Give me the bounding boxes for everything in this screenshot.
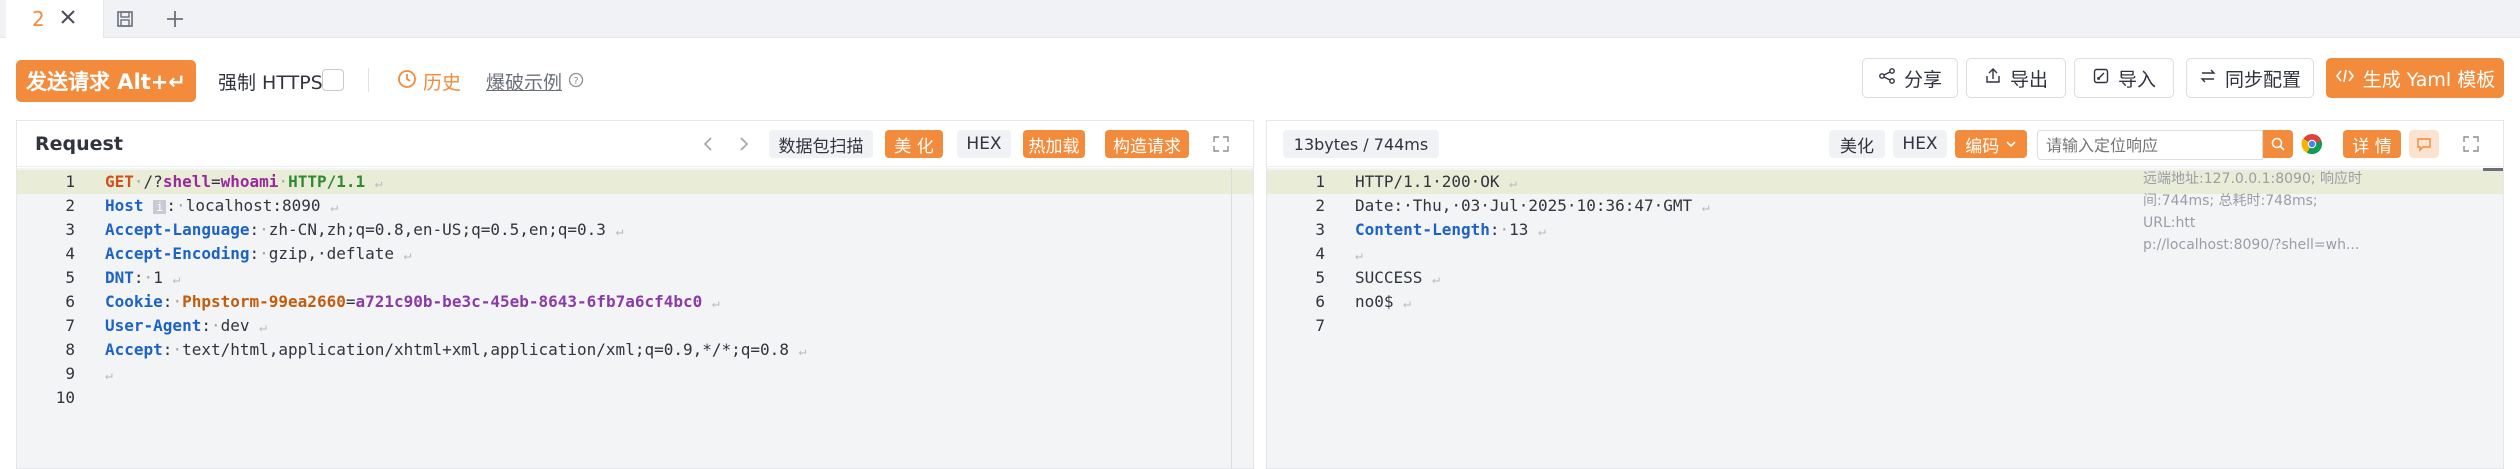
header-line: Accept-Encoding:·gzip,·deflate ↵	[105, 244, 412, 263]
hot-load-button[interactable]: 热加载	[1023, 130, 1085, 158]
header-line: Accept:·text/html,application/xhtml+xml,…	[105, 340, 807, 359]
line-number: 2	[65, 196, 75, 215]
response-editor[interactable]: 1 2 3 4 5 6 7 HTTP/1.1·200·OK ↵ Date:·Th…	[1267, 168, 2503, 468]
prev-arrow-icon[interactable]	[701, 134, 715, 158]
scrollbar-track[interactable]	[1231, 168, 1232, 468]
tab-active[interactable]: 2	[6, 0, 104, 38]
encode-label: 编码	[1965, 136, 2000, 157]
chrome-icon[interactable]	[2301, 133, 2323, 159]
send-request-button[interactable]: 发送请求 Alt+↵	[16, 60, 196, 102]
detail-button[interactable]: 详 情	[2343, 130, 2401, 158]
code-icon	[2335, 67, 2355, 90]
chevron-down-icon	[2005, 134, 2017, 154]
empty-line: ↵	[1355, 248, 1363, 263]
info-line: 远端地址:127.0.0.1:8090; 响应时	[2143, 171, 2363, 187]
line-number: 1	[1315, 172, 1325, 191]
add-tab-icon[interactable]	[160, 4, 190, 34]
header-line: Date:·Thu,·03·Jul·2025·10:36:47·GMT ↵	[1355, 196, 1710, 215]
response-info: 远端地址:127.0.0.1:8090; 响应时 间:744ms; 总耗时:74…	[2143, 168, 2373, 256]
info-line: 间:744ms; 总耗时:748ms; URL:htt	[2143, 193, 2318, 231]
force-https-checkbox[interactable]	[322, 69, 344, 91]
scrollbar-thumb[interactable]	[2483, 168, 2503, 171]
request-line: GET·/?shell=whoami·HTTP/1.1 ↵	[105, 172, 383, 191]
comment-icon[interactable]	[2409, 130, 2439, 158]
sync-label: 同步配置	[2224, 68, 2301, 91]
line-number: 3	[1315, 220, 1325, 239]
line-number: 5	[1315, 268, 1325, 287]
empty-line: ↵	[105, 368, 113, 383]
packet-scan-button[interactable]: 数据包扫描	[769, 130, 873, 158]
cookie-line: Cookie:·Phpstorm-99ea2660=a721c90b-be3c-…	[105, 292, 720, 311]
line-number: 7	[65, 316, 75, 335]
import-button[interactable]: 导入	[2074, 58, 2174, 98]
share-button[interactable]: 分享	[1862, 58, 1958, 98]
response-header: 13bytes / 744ms 美化 HEX 编码 详 情	[1267, 121, 2503, 167]
line-number: 5	[65, 268, 75, 287]
search-icon[interactable]	[2263, 130, 2293, 158]
header-line: Host i:·localhost:8090 ↵	[105, 196, 339, 215]
expand-icon[interactable]	[1211, 134, 1231, 158]
export-icon	[1984, 67, 2002, 90]
history-label: 历史	[423, 72, 462, 94]
line-number: 3	[65, 220, 75, 239]
save-icon[interactable]	[110, 4, 140, 34]
help-icon: ?	[568, 71, 584, 93]
sync-icon	[2199, 67, 2217, 90]
import-label: 导入	[2117, 68, 2156, 91]
info-line: p://localhost:8090/?shell=wh...	[2143, 237, 2360, 253]
main-toolbar: 发送请求 Alt+↵ 强制 HTTPS 历史 爆破示例 ? 分享 导出 导入 同…	[0, 38, 2520, 122]
request-title: Request	[35, 133, 123, 155]
force-https-label: 强制 HTTPS	[218, 72, 323, 94]
tab-label: 2	[32, 7, 45, 31]
line-number: 8	[65, 340, 75, 359]
line-number: 6	[65, 292, 75, 311]
status-line: HTTP/1.1·200·OK ↵	[1355, 172, 1517, 191]
clock-icon	[397, 69, 417, 94]
line-number: 6	[1315, 292, 1325, 311]
example-label: 爆破示例	[486, 72, 563, 94]
body-line: no0$ ↵	[1355, 292, 1411, 311]
request-panel: Request 数据包扫描 美 化 HEX 热加载 构造请求 1 2 3 4 5…	[16, 120, 1254, 469]
line-number: 9	[65, 364, 75, 383]
generate-yaml-button[interactable]: 生成 Yaml 模板	[2326, 58, 2504, 98]
response-search-input[interactable]	[2037, 130, 2263, 160]
history-button[interactable]: 历史	[397, 68, 461, 95]
line-number: 1	[65, 172, 75, 191]
line-number: 2	[1315, 196, 1325, 215]
line-number: 4	[65, 244, 75, 263]
beautify-button[interactable]: 美 化	[885, 130, 943, 158]
sync-config-button[interactable]: 同步配置	[2186, 58, 2314, 98]
request-editor[interactable]: 1 2 3 4 5 6 7 8 9 10 GET·/?shell=whoami·…	[17, 168, 1253, 468]
import-icon	[2092, 67, 2110, 90]
expand-icon[interactable]	[2461, 134, 2481, 158]
line-number: 4	[1315, 244, 1325, 263]
line-number: 10	[55, 388, 75, 407]
request-header: Request 数据包扫描 美 化 HEX 热加载 构造请求	[17, 121, 1253, 167]
export-label: 导出	[2009, 68, 2048, 91]
response-size-badge: 13bytes / 744ms	[1283, 130, 1439, 158]
tab-bar: 2	[0, 0, 2520, 38]
hex-button[interactable]: HEX	[957, 130, 1011, 158]
export-button[interactable]: 导出	[1966, 58, 2066, 98]
divider	[368, 68, 369, 92]
header-line: Content-Length:·13 ↵	[1355, 220, 1546, 239]
line-number: 7	[1315, 316, 1325, 335]
build-request-button[interactable]: 构造请求	[1105, 130, 1189, 158]
encode-dropdown[interactable]: 编码	[1955, 130, 2027, 158]
response-beautify-button[interactable]: 美化	[1829, 130, 1885, 158]
response-panel: 13bytes / 744ms 美化 HEX 编码 详 情 1 2 3 4 5 …	[1266, 120, 2504, 469]
share-icon	[1878, 67, 1896, 90]
header-line: DNT:·1 ↵	[105, 268, 181, 287]
example-link[interactable]: 爆破示例 ?	[486, 68, 584, 95]
header-line: User-Agent:·dev ↵	[105, 316, 267, 335]
body-line: SUCCESS ↵	[1355, 268, 1440, 287]
next-arrow-icon[interactable]	[737, 134, 751, 158]
close-icon[interactable]	[59, 8, 77, 30]
header-line: Accept-Language:·zh-CN,zh;q=0.8,en-US;q=…	[105, 220, 624, 239]
svg-text:?: ?	[573, 76, 578, 87]
share-label: 分享	[1903, 68, 1942, 91]
response-hex-button[interactable]: HEX	[1893, 130, 1947, 158]
generate-yaml-label: 生成 Yaml 模板	[2362, 68, 2496, 91]
